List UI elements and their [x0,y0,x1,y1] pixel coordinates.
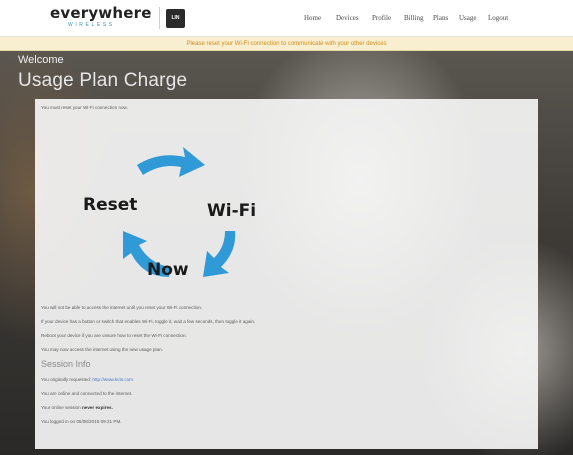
login-time-text: You logged in on 06/08/2019 09:21 PM. [41,419,122,424]
requested-url-link[interactable]: http://www.kcts.com [92,377,133,382]
nav-profile-link[interactable]: Profile [372,0,391,37]
nav-billing-link[interactable]: Billing [404,0,423,37]
expiry-value: never expires. [81,405,113,410]
nav-plans-link[interactable]: Plans [433,0,448,37]
content-panel: You must reset your Wi-Fi connection now… [35,99,538,449]
arrow-right-icon [203,231,236,277]
instruction-4: You may now access the internet using th… [41,347,163,352]
session-expiry-line: Your online session never expires. [41,405,113,410]
intro-text: You must reset your Wi-Fi connection now… [41,105,128,110]
nav-home-link[interactable]: Home [304,0,321,37]
cycle-word-now: Now [147,260,189,280]
nav-logout-link[interactable]: Logout [488,0,508,37]
cycle-word-reset: Reset [83,195,138,215]
instruction-2: If your device has a button or switch th… [41,319,256,324]
requested-url-line: You originally requested: http://www.kct… [41,377,133,382]
instruction-1: You will not be able to access the inter… [41,305,203,310]
welcome-label: Welcome [18,54,64,66]
hero-background: Welcome Usage Plan Charge You must reset… [0,51,573,455]
requested-prefix: You originally requested: [41,377,92,382]
instruction-3: Reboot your device if you are unsure how… [41,333,187,338]
reset-cycle-graphic: Reset Wi-Fi Now [79,127,279,295]
arrow-top-icon [137,147,205,177]
top-header: everywhere WIRELESS LIN Home Devices Pro… [0,0,573,37]
page-title: Usage Plan Charge [18,70,188,91]
nav-devices-link[interactable]: Devices [336,0,359,37]
session-info-title: Session Info [41,359,91,369]
nav-usage-link[interactable]: Usage [459,0,477,37]
online-status-text: You are online and connected to the inte… [41,391,133,396]
main-nav: Home Devices Profile Billing Plans Usage… [0,0,573,37]
expiry-prefix: Your online session [41,405,81,410]
reset-notice-bar: Please reset your Wi-Fi connection to co… [0,37,573,51]
cycle-word-wifi: Wi-Fi [207,201,257,221]
